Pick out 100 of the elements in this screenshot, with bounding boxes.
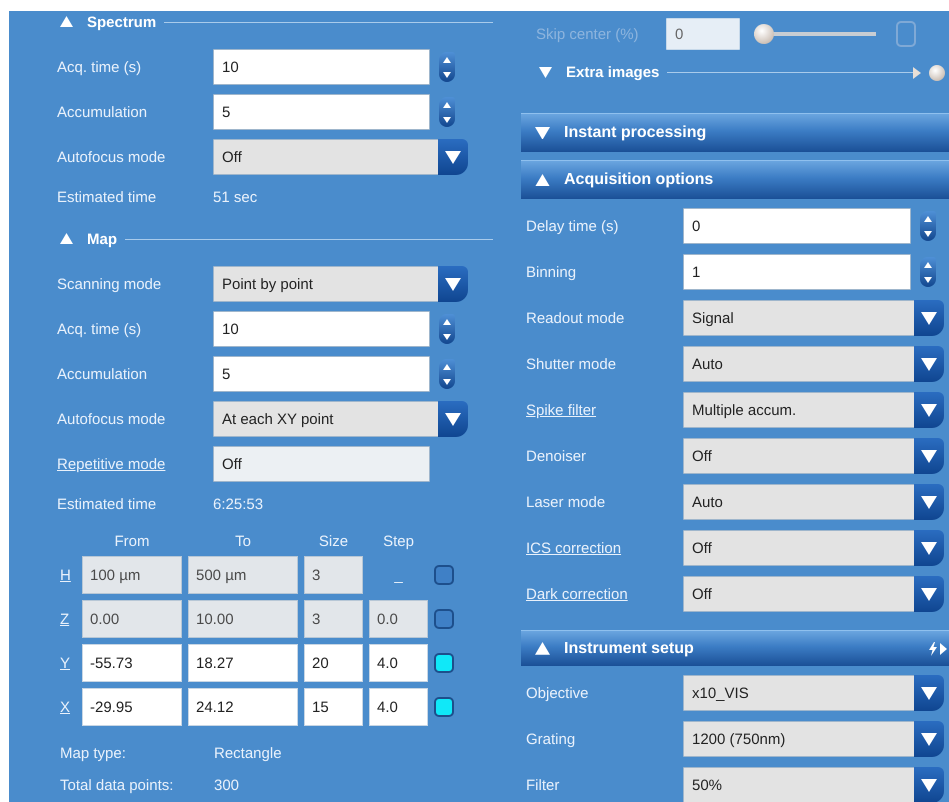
dropdown-button[interactable]	[914, 392, 944, 428]
summary-label: Total data points:	[60, 776, 174, 794]
field-label: Autofocus mode	[57, 148, 166, 166]
column-header: To	[234, 533, 252, 550]
field-label: Acq. time (s)	[57, 58, 142, 76]
play-arrow-icon[interactable]	[940, 642, 947, 654]
field-label: Accumulation	[57, 366, 148, 382]
panel-title: Instant processing	[564, 124, 706, 142]
grid-field[interactable]: -55.73	[82, 644, 182, 682]
caret-icon	[921, 358, 937, 370]
field-label: Estimated time	[57, 496, 158, 512]
spinner-icon[interactable]	[439, 52, 455, 82]
dropdown-field[interactable]: Auto	[683, 484, 916, 520]
grid-field[interactable]: 15	[304, 688, 363, 726]
dropdown-button[interactable]	[914, 438, 944, 474]
caret-icon	[921, 404, 937, 416]
lightning-icon[interactable]	[929, 642, 937, 656]
dropdown-field[interactable]: Multiple accum.	[683, 392, 916, 428]
dropdown-button[interactable]	[438, 266, 468, 302]
dropdown-button[interactable]	[914, 530, 944, 566]
number-field[interactable]: 1	[683, 254, 911, 290]
collapse-triangle-icon[interactable]	[60, 16, 73, 28]
panel-header-bar[interactable]: Acquisition options	[521, 160, 949, 199]
number-field[interactable]: 5	[213, 356, 430, 392]
dropdown-field[interactable]: Off	[683, 438, 916, 474]
field-label: Accumulation	[57, 104, 148, 120]
field-label: Estimated time	[57, 188, 158, 206]
play-arrow-icon[interactable]	[913, 66, 921, 78]
dropdown-button[interactable]	[438, 139, 468, 175]
checkbox[interactable]	[434, 653, 454, 673]
summary-value: Rectangle	[214, 744, 282, 762]
field-label: Filter	[526, 776, 560, 794]
spinner-icon[interactable]	[920, 211, 936, 241]
number-field[interactable]: 10	[213, 49, 430, 85]
panel-header-bar[interactable]: Instant processing	[521, 113, 949, 152]
caret-icon	[921, 496, 937, 508]
checkbox[interactable]	[434, 697, 454, 717]
section-title: Map	[86, 230, 117, 248]
number-field[interactable]: 10	[213, 311, 430, 347]
dropdown-field[interactable]: Signal	[683, 300, 916, 336]
caret-icon	[921, 686, 937, 700]
caret-icon	[921, 312, 937, 324]
caret-icon	[921, 732, 937, 746]
dropdown-button[interactable]	[438, 401, 468, 437]
dropdown-field[interactable]: 1200 (750nm)	[683, 721, 916, 757]
caret-icon	[445, 278, 461, 290]
grid-field[interactable]: 4.0	[369, 644, 428, 682]
caret-icon	[445, 412, 461, 426]
dropdown-field[interactable]: At each XY point	[213, 401, 440, 437]
summary-value: 300	[214, 776, 240, 794]
caret-icon	[921, 542, 937, 554]
field-label: Laser mode	[526, 494, 606, 510]
dropdown-field[interactable]: Off	[683, 576, 916, 612]
field-label: Grating	[526, 730, 576, 748]
dropdown-field[interactable]: Auto	[683, 346, 916, 382]
dropdown-button[interactable]	[914, 721, 944, 757]
panel-header-bar[interactable]: Instrument setup	[521, 630, 949, 666]
value-text: 6:25:53	[213, 496, 264, 512]
grid-field[interactable]: 4.0	[369, 688, 428, 726]
dropdown-button[interactable]	[914, 576, 944, 612]
dropdown-field[interactable]: x10_VIS	[683, 675, 916, 711]
toggle-knob-icon[interactable]	[929, 64, 945, 80]
dropdown-field[interactable]: Point by point	[213, 266, 440, 302]
field-label: Skip center (%)	[536, 26, 640, 42]
expand-triangle-icon[interactable]	[535, 126, 550, 140]
grid-field[interactable]: -29.95	[82, 688, 182, 726]
dropdown-button[interactable]	[914, 484, 944, 520]
number-field[interactable]: 5	[213, 94, 430, 130]
field-label: Readout mode	[526, 310, 626, 326]
step-text: _	[394, 566, 403, 584]
field-label: Shutter mode	[526, 356, 618, 372]
field-label: Delay time (s)	[526, 218, 620, 234]
field-label: Denoiser	[526, 448, 588, 464]
dropdown-button[interactable]	[914, 300, 944, 336]
spinner-icon[interactable]	[439, 359, 455, 389]
caret-icon	[921, 450, 937, 462]
dropdown-button[interactable]	[914, 346, 944, 382]
dropdown-button[interactable]	[914, 675, 944, 711]
dropdown-field[interactable]: Off	[683, 530, 916, 566]
dropdown-field[interactable]: 50%	[683, 767, 916, 802]
field-label: Scanning mode	[57, 276, 162, 292]
collapse-triangle-icon[interactable]	[535, 642, 550, 655]
field-label: Binning	[526, 264, 578, 280]
field-label: Autofocus mode	[57, 410, 166, 428]
grid-field[interactable]: 20	[304, 644, 363, 682]
collapse-triangle-icon[interactable]	[535, 174, 550, 186]
number-field[interactable]: 0	[683, 208, 911, 244]
value-text: 51 sec	[213, 188, 258, 206]
grid-field[interactable]: 18.27	[188, 644, 298, 682]
expand-triangle-icon[interactable]	[539, 66, 552, 78]
dropdown-button[interactable]	[914, 767, 944, 802]
caret-icon	[921, 588, 937, 600]
collapse-triangle-icon[interactable]	[60, 233, 73, 245]
spinner-icon[interactable]	[920, 257, 936, 287]
spinner-icon[interactable]	[439, 97, 455, 127]
grid-field[interactable]: 24.12	[188, 688, 298, 726]
field-label: Objective	[526, 684, 590, 702]
spinner-icon[interactable]	[439, 314, 455, 344]
caret-icon	[445, 150, 461, 164]
dropdown-field[interactable]: Off	[213, 139, 440, 175]
